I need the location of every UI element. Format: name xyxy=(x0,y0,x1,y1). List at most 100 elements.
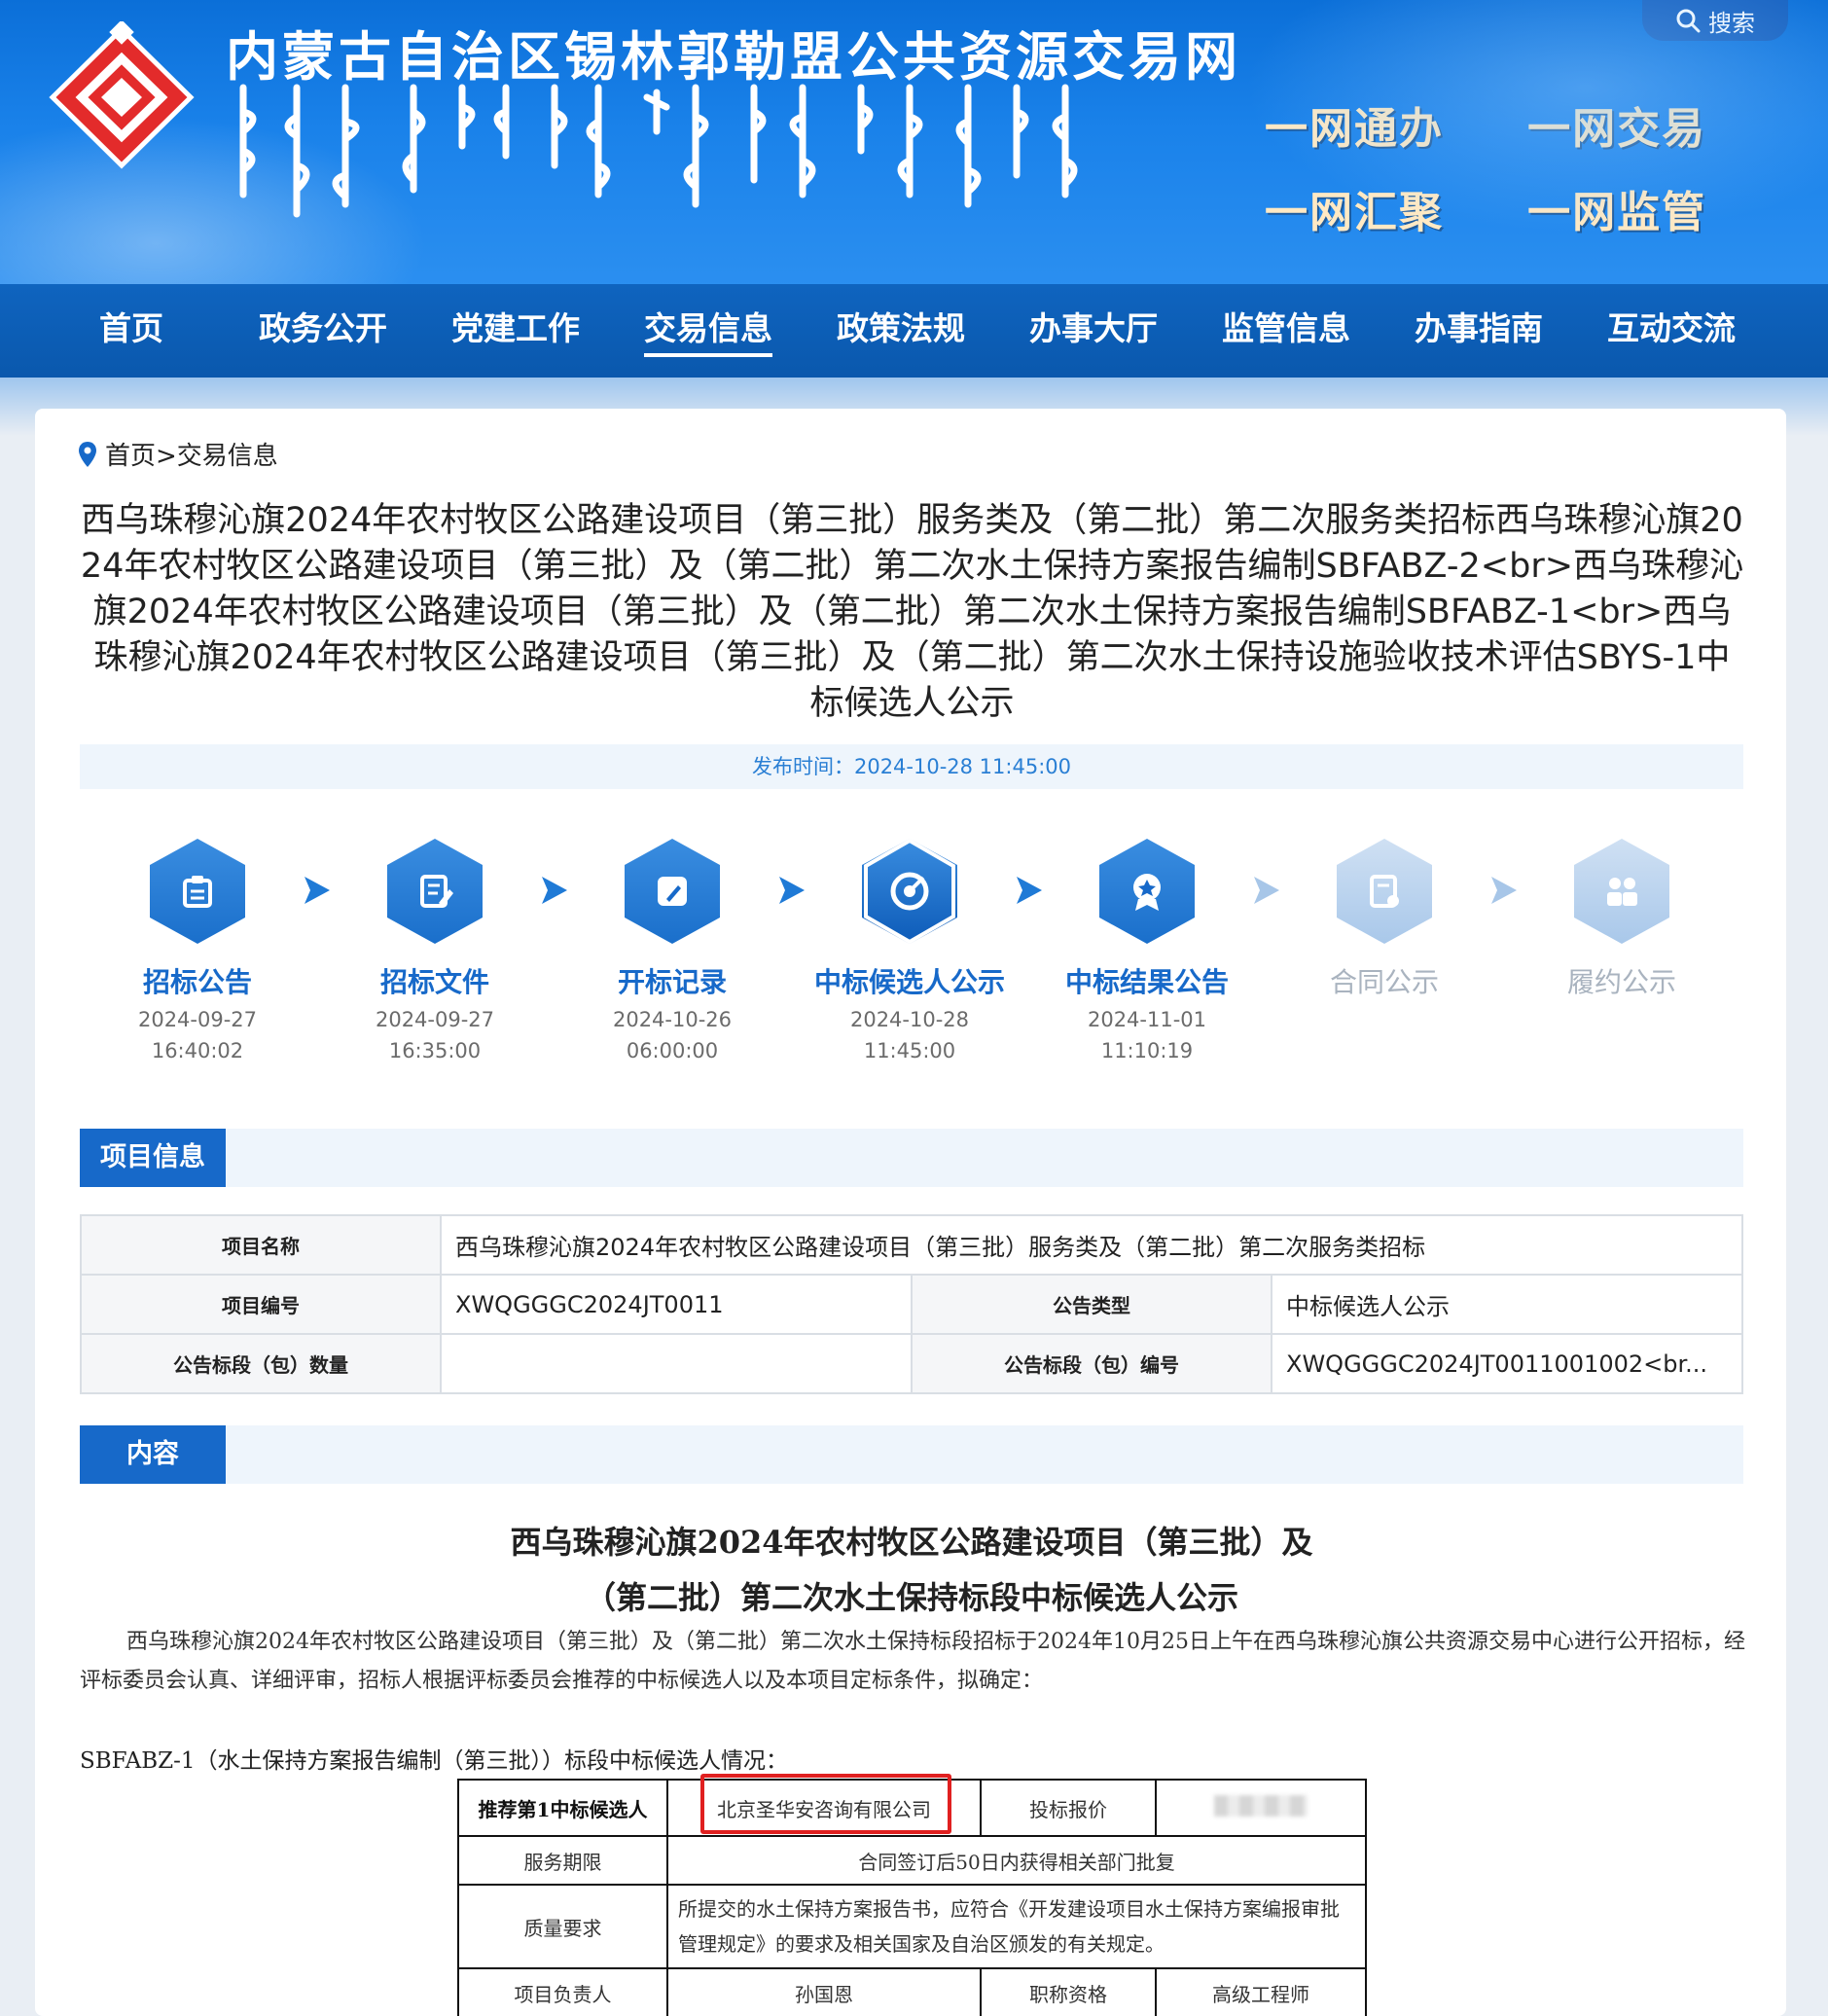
nav-item-home[interactable]: 首页 xyxy=(49,284,214,378)
step-time: 16:40:02 xyxy=(151,1039,244,1062)
search-icon xyxy=(1676,9,1701,33)
step-label: 招标公告 xyxy=(142,966,252,998)
nav-item-guide[interactable]: 办事指南 xyxy=(1396,284,1561,378)
chevron-right-icon xyxy=(771,871,810,919)
step-date: 2024-10-28 xyxy=(849,1008,970,1031)
content-title-line1: 西乌珠穆沁旗2024年农村牧区公路建设项目（第三批）及 xyxy=(510,1524,1313,1561)
redacted-value xyxy=(1214,1794,1308,1817)
location-pin-icon xyxy=(79,441,96,467)
section-tab-project-info: 项目信息 xyxy=(80,1129,226,1187)
article-title: 西乌珠穆沁旗2024年农村牧区公路建设项目（第三批）服务类及（第二批）第二次服务… xyxy=(80,501,1744,723)
notice-type-value: 中标候选人公示 xyxy=(1271,1274,1743,1335)
step-time: 11:45:00 xyxy=(863,1039,956,1062)
step-hexagon xyxy=(1337,839,1432,944)
slogan-item: 一网通办 xyxy=(1265,104,1444,154)
site-header: 内蒙古自治区锡林郭勒盟公共资源交易网 一网通办 一网交易 一网汇聚 一网监管 搜… xyxy=(0,0,1828,287)
step-hexagon xyxy=(1574,839,1669,944)
project-info-table: 项目名称 西乌珠穆沁旗2024年农村牧区公路建设项目（第三批）服务类及（第二批）… xyxy=(80,1214,1743,1394)
mongolian-script-title xyxy=(239,84,1078,218)
step-4[interactable]: 中标候选人公示 2024-10-28 11:45:00 xyxy=(803,837,1017,1062)
section-header-content: 内容 xyxy=(80,1425,1743,1484)
step-hexagon xyxy=(862,838,957,945)
project-leader-label: 项目负责人 xyxy=(457,1967,668,2016)
table-row: 项目名称 西乌珠穆沁旗2024年农村牧区公路建设项目（第三批）服务类及（第二批）… xyxy=(80,1214,1743,1276)
nav-item-interaction[interactable]: 互动交流 xyxy=(1589,284,1754,378)
step-hexagon xyxy=(150,839,245,944)
step-3[interactable]: 开标记录 2024-10-26 06:00:00 xyxy=(565,837,779,1062)
lot-code-value: XWQGGGC2024JT0011001002<br... xyxy=(1271,1333,1743,1394)
professional-title-value: 高级工程师 xyxy=(1155,1967,1367,2016)
content-paragraph: 西乌珠穆沁旗2024年农村牧区公路建设项目（第三批）及（第二批）第二次水土保持标… xyxy=(80,1630,1745,1693)
lot-count-key: 公告标段（包）数量 xyxy=(80,1333,442,1394)
notice-type-key: 公告类型 xyxy=(911,1274,1272,1335)
chevron-right-icon xyxy=(1484,871,1523,919)
lot-subheading: SBFABZ-1（水土保持方案报告编制（第三批））标段中标候选人情况： xyxy=(80,1748,789,1774)
nav-item-gov-affairs[interactable]: 政务公开 xyxy=(240,284,406,378)
nav-item-supervision[interactable]: 监管信息 xyxy=(1203,284,1369,378)
chevron-right-icon xyxy=(1246,871,1285,919)
slogan-item: 一网交易 xyxy=(1527,104,1707,154)
chevron-right-icon xyxy=(1009,871,1048,919)
slogan-item: 一网监管 xyxy=(1527,188,1707,237)
slogan-group: 一网通办 一网交易 一网汇聚 一网监管 xyxy=(1265,93,1790,261)
step-hexagon xyxy=(1099,839,1195,944)
pen-record-icon xyxy=(658,877,687,906)
step-time: 06:00:00 xyxy=(626,1039,719,1062)
step-time: 16:35:00 xyxy=(388,1039,482,1062)
content-title-line2: （第二批）第二次水土保持标段中标候选人公示 xyxy=(584,1579,1238,1616)
project-name-value: 西乌珠穆沁旗2024年农村牧区公路建设项目（第三批）服务类及（第二批）第二次服务… xyxy=(440,1214,1743,1276)
breadcrumb: 首页>交易信息 xyxy=(78,436,278,472)
step-label: 中标结果公告 xyxy=(1064,966,1229,998)
step-1[interactable]: 招标公告 2024-09-27 16:40:02 xyxy=(90,837,305,1062)
project-name-key: 项目名称 xyxy=(80,1214,442,1276)
main-nav: 首页 政务公开 党建工作 交易信息 政策法规 办事大厅 监管信息 办事指南 互动… xyxy=(0,284,1828,378)
table-row: 公告标段（包）数量 公告标段（包）编号 XWQGGGC2024JT0011001… xyxy=(80,1333,1743,1394)
table-row: 服务期限 合同签订后50日内获得相关部门批复 xyxy=(457,1835,1367,1886)
step-date: 2024-11-01 xyxy=(1087,1008,1207,1031)
search-button[interactable]: 搜索 xyxy=(1642,0,1788,41)
step-label: 履约公示 xyxy=(1566,966,1676,998)
quality-value: 所提交的水土保持方案报告书，应符合《开发建设项目水土保持方案编报审批管理规定》的… xyxy=(666,1884,1367,1969)
lot-code-key: 公告标段（包）编号 xyxy=(911,1333,1272,1394)
step-label: 中标候选人公示 xyxy=(813,966,1005,998)
project-code-value: XWQGGGC2024JT0011 xyxy=(440,1274,913,1335)
step-date: 2024-09-27 xyxy=(375,1008,495,1031)
nav-item-policy[interactable]: 政策法规 xyxy=(818,284,984,378)
step-label: 招标文件 xyxy=(379,966,489,998)
table-row: 项目负责人 孙国恩 职称资格 高级工程师 xyxy=(457,1967,1367,2016)
step-7: 履约公示 xyxy=(1515,837,1729,1008)
section-tab-content: 内容 xyxy=(80,1425,226,1484)
breadcrumb-text[interactable]: 首页>交易信息 xyxy=(105,436,278,472)
search-label: 搜索 xyxy=(1708,9,1755,37)
nav-item-service-hall[interactable]: 办事大厅 xyxy=(1011,284,1176,378)
project-code-key: 项目编号 xyxy=(80,1274,442,1335)
step-time: 11:10:19 xyxy=(1100,1039,1194,1062)
nav-item-party[interactable]: 党建工作 xyxy=(433,284,598,378)
project-leader-value: 孙国恩 xyxy=(666,1967,982,2016)
step-hexagon xyxy=(625,839,720,944)
publish-time: 发布时间：2024-10-28 11:45:00 xyxy=(80,744,1743,789)
site-logo[interactable] xyxy=(47,21,197,172)
rec-candidate-label: 推荐第1中标候选人 xyxy=(457,1779,668,1837)
slogan-item: 一网汇聚 xyxy=(1265,188,1444,237)
step-2[interactable]: 招标文件 2024-09-27 16:35:00 xyxy=(328,837,542,1062)
step-5[interactable]: 中标结果公告 2024-11-01 11:10:19 xyxy=(1040,837,1254,1062)
step-date: 2024-10-26 xyxy=(612,1008,733,1031)
chevron-right-icon xyxy=(534,871,573,919)
highlight-box xyxy=(700,1774,951,1834)
step-label: 合同公示 xyxy=(1329,966,1439,998)
bid-price-value xyxy=(1155,1779,1367,1837)
table-row: 质量要求 所提交的水土保持方案报告书，应符合《开发建设项目水土保持方案编报审批管… xyxy=(457,1884,1367,1969)
step-hexagon xyxy=(387,839,483,944)
site-title: 内蒙古自治区锡林郭勒盟公共资源交易网 xyxy=(226,26,1241,88)
nav-item-trade-info[interactable]: 交易信息 xyxy=(626,284,791,378)
table-row: 项目编号 XWQGGGC2024JT0011 公告类型 中标候选人公示 xyxy=(80,1274,1743,1335)
step-6: 合同公示 xyxy=(1277,837,1491,1008)
step-label: 开标记录 xyxy=(617,966,727,998)
section-header-project-info: 项目信息 xyxy=(80,1129,1743,1187)
chevron-right-icon xyxy=(297,871,336,919)
lot-count-value xyxy=(440,1333,913,1394)
service-period-label: 服务期限 xyxy=(457,1835,668,1886)
service-period-value: 合同签订后50日内获得相关部门批复 xyxy=(666,1835,1367,1886)
professional-title-label: 职称资格 xyxy=(980,1967,1157,2016)
